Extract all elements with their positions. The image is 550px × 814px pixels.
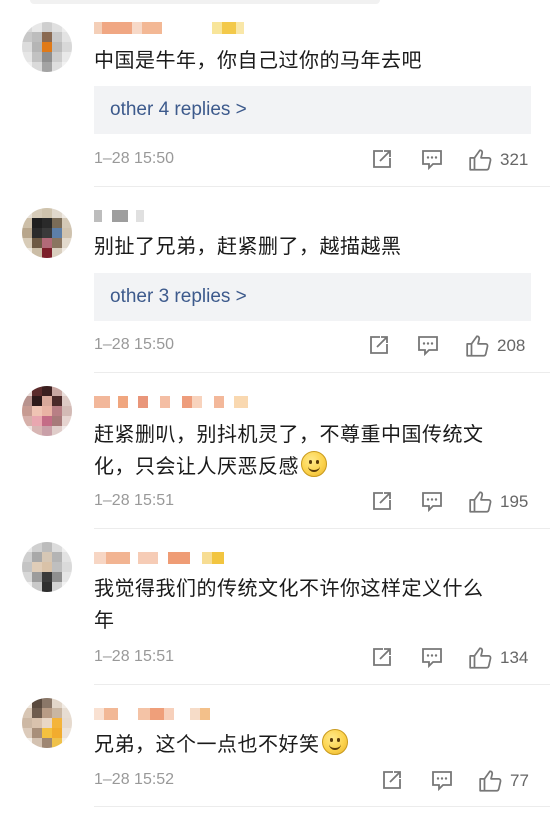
like-icon[interactable]	[468, 489, 494, 515]
like-count: 134	[500, 648, 529, 667]
comment-text-line: 我觉得我们的传统文化不许你这样定义什么	[94, 576, 484, 600]
timestamp: 1–28 15:52	[94, 771, 175, 788]
avatar[interactable]	[22, 22, 72, 72]
divider	[94, 372, 550, 373]
divider	[94, 684, 550, 685]
divider	[94, 528, 550, 529]
more-replies-link[interactable]: other 4 replies >	[110, 99, 247, 121]
avatar[interactable]	[22, 542, 72, 592]
more-replies-link[interactable]: other 3 replies >	[110, 286, 247, 308]
timestamp: 1–28 15:51	[94, 492, 175, 509]
comment-text-line-content: 化，只会让人厌恶反感	[94, 454, 299, 478]
comment-icon[interactable]	[416, 333, 440, 357]
share-icon[interactable]	[380, 768, 404, 792]
username-redacted[interactable]	[94, 22, 244, 36]
like-count: 77	[510, 771, 529, 790]
timestamp: 1–28 15:50	[94, 336, 175, 353]
share-icon[interactable]	[370, 645, 394, 669]
comment-text: 别扯了兄弟，赶紧删了，越描越黑	[94, 234, 402, 258]
like-icon[interactable]	[468, 645, 494, 671]
share-icon[interactable]	[370, 489, 394, 513]
divider	[94, 186, 550, 187]
comment-icon[interactable]	[420, 489, 444, 513]
comment-text-content: 兄弟，这个一点也不好笑	[94, 732, 320, 756]
timestamp: 1–28 15:51	[94, 648, 175, 665]
like-count: 195	[500, 492, 529, 511]
like-icon[interactable]	[465, 333, 491, 359]
like-icon[interactable]	[478, 768, 504, 794]
username-redacted[interactable]	[94, 552, 224, 566]
comment-text-line: 赶紧删叭，别抖机灵了，不尊重中国传统文	[94, 422, 484, 446]
comment-text: 我觉得我们的传统文化不许你这样定义什么 年	[94, 572, 534, 636]
comment-meta: 1–28 15:52 77	[94, 768, 530, 794]
avatar[interactable]	[22, 698, 72, 748]
share-icon[interactable]	[370, 147, 394, 171]
comment-text-line: 化，只会让人厌恶反感	[94, 450, 534, 482]
like-count: 321	[500, 150, 529, 169]
previous-item-edge	[30, 0, 380, 4]
replies-box[interactable]: other 3 replies >	[94, 273, 531, 321]
comment-meta: 1–28 15:51 195	[94, 489, 530, 515]
like-icon[interactable]	[468, 147, 494, 173]
avatar[interactable]	[22, 386, 72, 436]
smile-emoji-icon	[321, 729, 348, 755]
comment-icon[interactable]	[430, 768, 454, 792]
comment-text: 兄弟，这个一点也不好笑	[94, 728, 534, 760]
divider	[94, 806, 550, 807]
like-count: 208	[497, 336, 526, 355]
comment-text-line: 年	[94, 608, 115, 632]
replies-box[interactable]: other 4 replies >	[94, 86, 531, 134]
timestamp: 1–28 15:50	[94, 150, 175, 167]
comment-icon[interactable]	[420, 147, 444, 171]
username-redacted[interactable]	[94, 708, 210, 722]
comment-meta: 1–28 15:51 134	[94, 645, 530, 671]
username-redacted[interactable]	[94, 396, 248, 410]
comment-text: 中国是牛年，你自己过你的马年去吧	[94, 48, 422, 72]
thinking-emoji-icon	[301, 451, 327, 477]
comment-meta: 1–28 15:50 321	[94, 147, 530, 173]
avatar[interactable]	[22, 208, 72, 258]
share-icon[interactable]	[367, 333, 391, 357]
comment-meta: 1–28 15:50 208	[94, 333, 530, 359]
username-redacted[interactable]	[94, 210, 144, 224]
comment-icon[interactable]	[420, 645, 444, 669]
comment-text: 赶紧删叭，别抖机灵了，不尊重中国传统文 化，只会让人厌恶反感	[94, 418, 534, 482]
